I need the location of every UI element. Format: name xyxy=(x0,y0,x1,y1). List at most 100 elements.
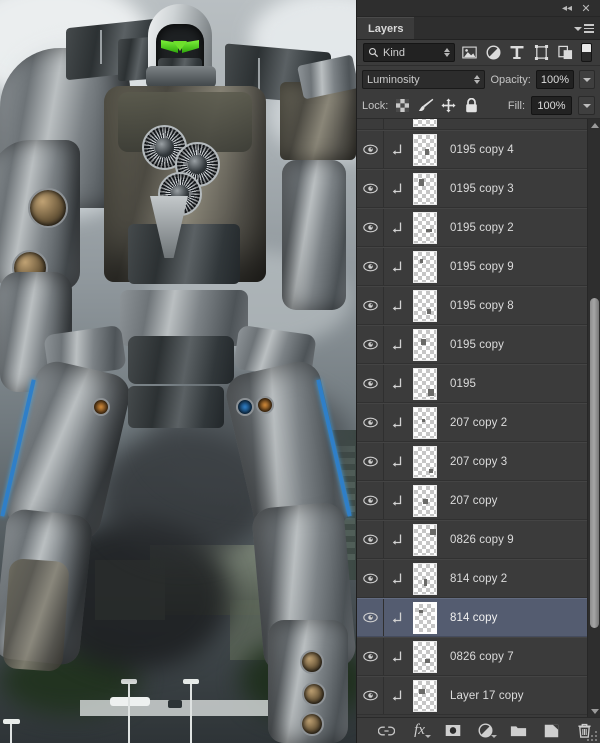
lock-position-icon[interactable] xyxy=(440,97,457,114)
layer-row[interactable]: 0195 copy 5 xyxy=(357,119,587,130)
filter-shape-layers-icon[interactable] xyxy=(531,43,551,63)
filter-kind-spinner[interactable] xyxy=(444,48,450,57)
layer-visibility-toggle[interactable] xyxy=(357,404,384,441)
layer-row[interactable]: 0195 copy 4 xyxy=(357,130,587,169)
new-group-button[interactable] xyxy=(509,721,529,741)
layer-visibility-toggle[interactable] xyxy=(357,209,384,246)
layer-row[interactable]: 0195 copy xyxy=(357,325,587,364)
clipping-mask-icon xyxy=(384,456,409,468)
mech-crotch-thruster xyxy=(128,386,224,428)
blend-mode-spinner[interactable] xyxy=(474,75,481,84)
lock-image-pixels-icon[interactable] xyxy=(417,97,434,114)
mech-neck-collar xyxy=(146,66,216,88)
layer-row[interactable]: 207 copy 2 xyxy=(357,403,587,442)
layer-thumbnail[interactable] xyxy=(409,133,441,166)
lock-label: Lock: xyxy=(362,99,389,112)
filter-smart-object-icon[interactable] xyxy=(555,43,575,63)
filter-kind-select[interactable]: Kind xyxy=(363,43,455,62)
layer-visibility-toggle[interactable] xyxy=(357,638,384,675)
layer-visibility-toggle[interactable] xyxy=(357,560,384,597)
layer-row[interactable]: 207 copy xyxy=(357,481,587,520)
fill-dropdown-arrow[interactable] xyxy=(578,96,595,115)
layer-visibility-toggle[interactable] xyxy=(357,443,384,480)
layer-thumbnail[interactable] xyxy=(409,601,441,634)
layer-thumbnail[interactable] xyxy=(409,406,441,439)
blend-mode-label: Luminosity xyxy=(367,73,420,86)
link-layers-button[interactable] xyxy=(377,721,397,741)
mech-right-arm xyxy=(282,160,346,310)
layer-thumbnail[interactable] xyxy=(409,445,441,478)
tab-layers[interactable]: Layers xyxy=(357,17,415,39)
layer-styles-button[interactable]: fx xyxy=(410,721,431,741)
layer-thumbnail[interactable] xyxy=(409,289,441,322)
layer-name: 207 copy 2 xyxy=(450,416,508,429)
layer-visibility-toggle[interactable] xyxy=(357,248,384,285)
layer-visibility-toggle[interactable] xyxy=(357,170,384,207)
layer-visibility-toggle[interactable] xyxy=(357,326,384,363)
antenna xyxy=(100,30,102,64)
clipping-mask-icon xyxy=(384,144,409,156)
layer-row[interactable]: 0195 xyxy=(357,364,587,403)
layer-thumbnail[interactable] xyxy=(409,211,441,244)
filter-enable-toggle[interactable] xyxy=(581,43,592,62)
layer-visibility-toggle[interactable] xyxy=(357,677,384,714)
layer-visibility-toggle[interactable] xyxy=(357,365,384,402)
scroll-down-arrow[interactable] xyxy=(588,705,600,717)
add-layer-mask-button[interactable] xyxy=(443,721,463,741)
layer-list-scrollbar[interactable] xyxy=(587,119,600,717)
lock-transparent-pixels-icon[interactable] xyxy=(394,97,411,114)
layer-row[interactable]: 814 copy 2 xyxy=(357,559,587,598)
layer-visibility-toggle[interactable] xyxy=(357,599,384,636)
layer-thumbnail[interactable] xyxy=(409,328,441,361)
lamp-head xyxy=(183,679,199,684)
close-icon[interactable]: ✕ xyxy=(579,3,593,15)
clipping-mask-icon xyxy=(384,300,409,312)
layer-visibility-toggle[interactable] xyxy=(357,131,384,168)
filter-adjustment-layers-icon[interactable] xyxy=(483,43,503,63)
layer-name: 814 copy xyxy=(450,611,498,624)
layer-thumbnail[interactable] xyxy=(409,562,441,595)
filter-pixel-layers-icon[interactable] xyxy=(459,43,479,63)
layer-row[interactable]: 0195 copy 3 xyxy=(357,169,587,208)
layer-thumbnail[interactable] xyxy=(409,250,441,283)
layer-thumbnail[interactable] xyxy=(409,172,441,205)
layer-row[interactable]: 0195 copy 8 xyxy=(357,286,587,325)
scroll-up-arrow[interactable] xyxy=(588,119,600,131)
layer-thumbnail[interactable] xyxy=(409,640,441,673)
panel-resize-grip[interactable] xyxy=(587,731,597,741)
layer-row[interactable]: 0195 copy 2 xyxy=(357,208,587,247)
lamp-post xyxy=(10,722,12,743)
layer-thumbnail[interactable] xyxy=(409,119,441,127)
mech-left-shin-plate xyxy=(2,558,70,672)
clipping-mask-icon xyxy=(384,534,409,546)
layer-visibility-toggle[interactable] xyxy=(357,521,384,558)
lock-all-icon[interactable] xyxy=(463,97,480,114)
layer-thumbnail[interactable] xyxy=(409,679,441,712)
mech-abdomen xyxy=(128,224,240,284)
scroll-thumb[interactable] xyxy=(590,297,599,628)
layer-name: 0195 copy 4 xyxy=(450,143,514,156)
layer-visibility-toggle[interactable] xyxy=(357,482,384,519)
opacity-input[interactable]: 100% xyxy=(535,70,575,89)
layer-thumbnail[interactable] xyxy=(409,484,441,517)
opacity-dropdown-arrow[interactable] xyxy=(579,70,596,89)
layer-row[interactable]: 814 copy xyxy=(357,598,587,637)
new-adjustment-layer-button[interactable] xyxy=(476,721,497,741)
layer-row[interactable]: 0826 copy 7 xyxy=(357,637,587,676)
layer-list: 0195 copy 5 0195 copy 4 0195 copy 3 0195 co… xyxy=(357,119,600,717)
new-layer-button[interactable] xyxy=(542,721,562,741)
panel-menu-icon[interactable] xyxy=(574,22,594,35)
filter-type-layers-icon[interactable] xyxy=(507,43,527,63)
blend-mode-select[interactable]: Luminosity xyxy=(362,70,486,89)
fill-input[interactable]: 100% xyxy=(531,96,572,115)
layer-row[interactable]: 207 copy 3 xyxy=(357,442,587,481)
layer-row[interactable]: 0826 copy 9 xyxy=(357,520,587,559)
layer-thumbnail[interactable] xyxy=(409,367,441,400)
layer-row[interactable]: 0195 copy 9 xyxy=(357,247,587,286)
layer-visibility-toggle[interactable] xyxy=(357,119,384,129)
layer-visibility-toggle[interactable] xyxy=(357,287,384,324)
layer-thumbnail[interactable] xyxy=(409,523,441,556)
fill-label: Fill: xyxy=(507,99,525,112)
layer-row[interactable]: Layer 17 copy xyxy=(357,676,587,715)
collapse-double-arrow-icon[interactable]: ◂◂ xyxy=(560,3,574,15)
